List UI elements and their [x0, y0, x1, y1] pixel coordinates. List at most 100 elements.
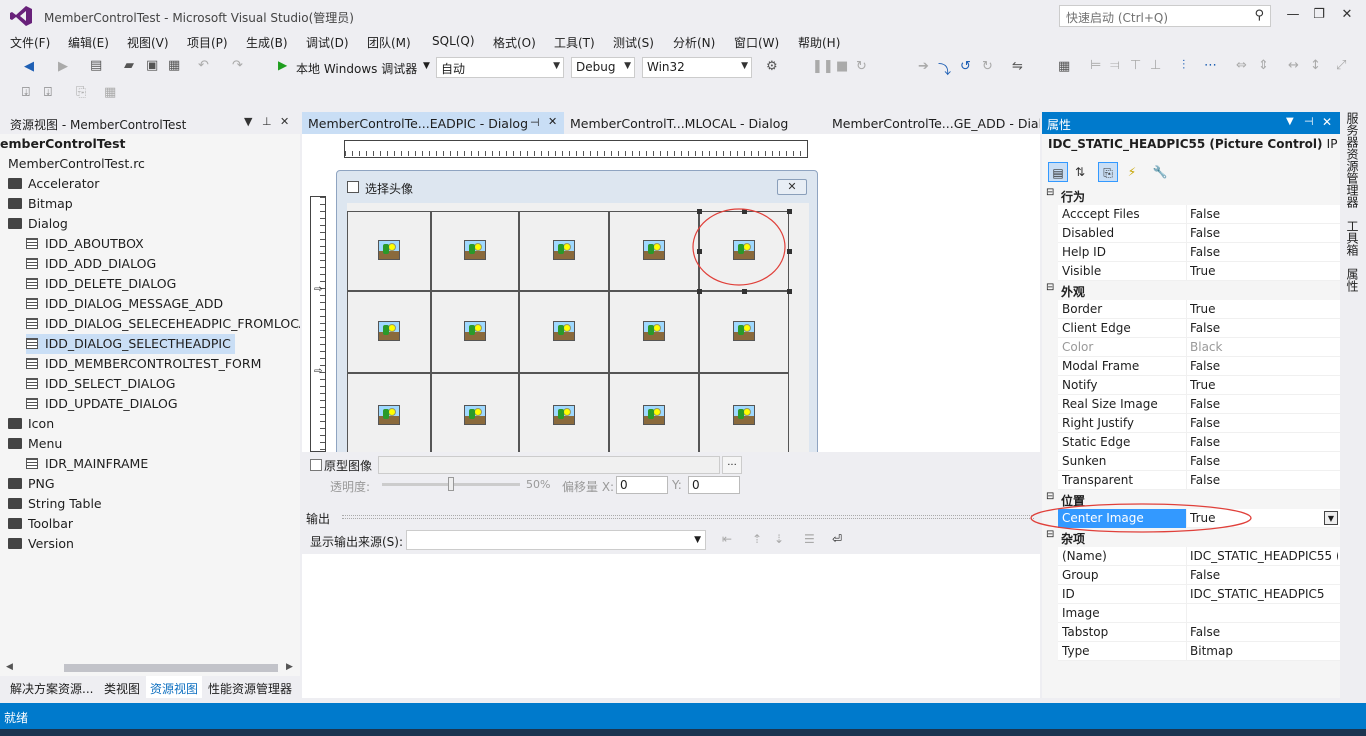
tree-item[interactable]: IDD_DIALOG_SELECEHEADPIC_FROMLOCAL: [26, 314, 300, 334]
tab-server-explorer[interactable]: 服务器资源管理器: [1344, 112, 1361, 208]
space-across-icon[interactable]: ⇔: [1236, 58, 1247, 73]
restore-button[interactable]: ❐: [1306, 4, 1332, 26]
picture-control-cell[interactable]: [519, 211, 609, 291]
picture-control-cell[interactable]: [519, 291, 609, 373]
resource-import-icon[interactable]: ⍗: [44, 85, 52, 100]
pause-icon[interactable]: ❚❚: [812, 59, 834, 74]
browse-button[interactable]: ...: [722, 456, 742, 474]
quick-launch-input[interactable]: 快速启动 (Ctrl+Q) ⚲: [1059, 5, 1271, 27]
property-value[interactable]: False: [1190, 416, 1338, 430]
resource-tool-icon[interactable]: ⍗: [22, 85, 30, 100]
tree-folder[interactable]: Toolbar: [8, 514, 73, 534]
tree-root-project[interactable]: emberControlTest: [0, 134, 126, 154]
alphabetical-icon[interactable]: ⇅: [1070, 162, 1090, 182]
menu-build[interactable]: 生成(B): [246, 34, 288, 51]
minimize-button[interactable]: —: [1280, 4, 1306, 26]
chevron-down-icon[interactable]: ▼: [244, 115, 252, 128]
scroll-left-icon[interactable]: ◀: [6, 662, 13, 672]
property-value[interactable]: False: [1190, 207, 1338, 221]
picture-control-cell[interactable]: [347, 373, 431, 452]
tree-item[interactable]: IDR_MAINFRAME: [26, 454, 148, 474]
pin-icon[interactable]: ⊣: [1304, 115, 1314, 128]
tab-performance-explorer[interactable]: 性能资源管理器: [208, 680, 292, 697]
space-down-icon[interactable]: ⇕: [1258, 58, 1269, 73]
menu-project[interactable]: 项目(P): [187, 34, 228, 51]
menu-tools[interactable]: 工具(T): [554, 34, 595, 51]
picture-control-cell[interactable]: [431, 291, 519, 373]
menu-team[interactable]: 团队(M): [367, 34, 411, 51]
stop-icon[interactable]: ■: [836, 59, 848, 74]
offset-y-input[interactable]: 0: [688, 476, 740, 494]
property-value[interactable]: False: [1190, 454, 1338, 468]
menu-view[interactable]: 视图(V): [127, 34, 169, 51]
chevron-down-icon[interactable]: ▼: [423, 61, 430, 71]
word-wrap-icon[interactable]: ⏎: [832, 532, 842, 546]
vertical-ruler[interactable]: [310, 196, 326, 452]
redo-icon[interactable]: ↷: [232, 58, 243, 73]
property-category[interactable]: ⊟ 外观: [1042, 281, 1340, 300]
property-row[interactable]: Help ID False: [1058, 243, 1340, 262]
menu-window[interactable]: 窗口(W): [734, 34, 779, 51]
offset-x-input[interactable]: 0: [616, 476, 668, 494]
property-value[interactable]: False: [1190, 359, 1338, 373]
opacity-slider-thumb[interactable]: [448, 477, 454, 491]
menu-format[interactable]: 格式(O): [493, 34, 536, 51]
open-file-icon[interactable]: ▰: [124, 58, 134, 73]
collapse-icon[interactable]: ⊟: [1046, 282, 1054, 293]
configuration-combo[interactable]: Debug ▼: [571, 57, 635, 78]
tree-rc-file[interactable]: MemberControlTest.rc: [8, 154, 145, 174]
picture-control-cell[interactable]: [699, 373, 789, 452]
property-row[interactable]: Color Black: [1058, 338, 1340, 357]
tab-dialog-message-add[interactable]: MemberControlTe...GE_ADD - Dialog: [826, 112, 1040, 134]
property-row[interactable]: ID IDC_STATIC_HEADPIC5: [1058, 585, 1340, 604]
property-row[interactable]: Right Justify False: [1058, 414, 1340, 433]
tree-item[interactable]: IDD_DIALOG_MESSAGE_ADD: [26, 294, 223, 314]
tree-item[interactable]: IDD_MEMBERCONTROLTEST_FORM: [26, 354, 261, 374]
property-row[interactable]: Sunken False: [1058, 452, 1340, 471]
align-top-icon[interactable]: ⊤: [1130, 58, 1141, 73]
properties-icon[interactable]: ⎘: [1098, 162, 1118, 182]
tree-folder[interactable]: Bitmap: [8, 194, 73, 214]
property-value[interactable]: True: [1190, 302, 1338, 316]
events-icon[interactable]: ⚡: [1122, 162, 1142, 182]
tab-dialog-selectheadpic[interactable]: MemberControlTe...EADPIC - Dialog ⊣ ✕: [302, 112, 564, 134]
prototype-checkbox[interactable]: [310, 459, 322, 471]
tree-item[interactable]: IDD_ADD_DIALOG: [26, 254, 156, 274]
property-row[interactable]: Type Bitmap: [1058, 642, 1340, 661]
picture-control-cell[interactable]: [519, 373, 609, 452]
property-value[interactable]: False: [1190, 568, 1338, 582]
menu-edit[interactable]: 编辑(E): [68, 34, 109, 51]
tree-folder[interactable]: Version: [8, 534, 74, 554]
tab-class-view[interactable]: 类视图: [104, 680, 140, 697]
picture-control-cell[interactable]: [431, 373, 519, 452]
tree-folder[interactable]: Accelerator: [8, 174, 99, 194]
close-icon[interactable]: ✕: [280, 115, 289, 128]
categorized-icon[interactable]: ▤: [1048, 162, 1068, 182]
menu-analyze[interactable]: 分析(N): [673, 34, 715, 51]
menu-test[interactable]: 测试(S): [613, 34, 654, 51]
menu-file[interactable]: 文件(F): [10, 34, 50, 51]
tab-solution-explorer[interactable]: 解决方案资源...: [10, 680, 93, 697]
picture-control-cell[interactable]: [347, 291, 431, 373]
tree-folder[interactable]: Icon: [8, 414, 54, 434]
prototype-path-input[interactable]: [378, 456, 720, 474]
property-row[interactable]: Transparent False: [1058, 471, 1340, 490]
tree-folder[interactable]: String Table: [8, 494, 102, 514]
center-horizontal-icon[interactable]: ⋯: [1204, 58, 1217, 73]
tree-folder[interactable]: PNG: [8, 474, 55, 494]
property-row[interactable]: Visible True: [1058, 262, 1340, 281]
property-row[interactable]: Image: [1058, 604, 1340, 623]
platform-combo[interactable]: Win32 ▼: [642, 57, 752, 78]
tree-item[interactable]: IDD_DELETE_DIALOG: [26, 274, 176, 294]
property-row[interactable]: Tabstop False: [1058, 623, 1340, 642]
picture-control-cell[interactable]: [609, 291, 699, 373]
back-icon[interactable]: ◀: [24, 59, 34, 74]
property-value[interactable]: IDC_STATIC_HEADPIC55 (I: [1190, 549, 1338, 563]
picture-control-cell[interactable]: [699, 291, 789, 373]
toggle-grid-icon[interactable]: ▦: [1058, 59, 1070, 74]
new-project-icon[interactable]: ▤: [90, 58, 102, 73]
property-value[interactable]: False: [1190, 245, 1338, 259]
tab-resource-view[interactable]: 资源视图: [146, 676, 203, 698]
property-row[interactable]: Acccept Files False: [1058, 205, 1340, 224]
chevron-down-icon[interactable]: ▼: [1286, 116, 1294, 127]
